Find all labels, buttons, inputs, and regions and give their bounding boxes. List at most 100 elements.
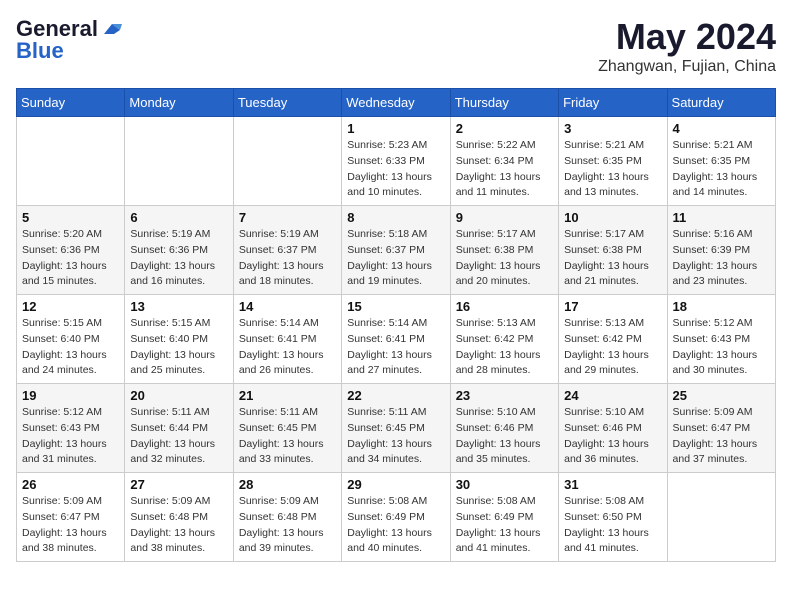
day-info: Sunrise: 5:12 AMSunset: 6:43 PMDaylight:… (22, 405, 119, 468)
day-number: 12 (22, 299, 119, 314)
calendar-cell: 7 Sunrise: 5:19 AMSunset: 6:37 PMDaylight… (233, 206, 341, 295)
day-info: Sunrise: 5:18 AMSunset: 6:37 PMDaylight:… (347, 227, 444, 290)
calendar-week-row: 19 Sunrise: 5:12 AMSunset: 6:43 PMDayligh… (17, 384, 776, 473)
calendar-cell: 1 Sunrise: 5:23 AMSunset: 6:33 PMDaylight… (342, 117, 450, 206)
day-info: Sunrise: 5:15 AMSunset: 6:40 PMDaylight:… (130, 316, 227, 379)
calendar-week-row: 5 Sunrise: 5:20 AMSunset: 6:36 PMDaylight… (17, 206, 776, 295)
calendar-cell: 13 Sunrise: 5:15 AMSunset: 6:40 PMDayligh… (125, 295, 233, 384)
day-number: 2 (456, 121, 553, 136)
day-info: Sunrise: 5:19 AMSunset: 6:36 PMDaylight:… (130, 227, 227, 290)
day-info: Sunrise: 5:22 AMSunset: 6:34 PMDaylight:… (456, 138, 553, 201)
day-info: Sunrise: 5:08 AMSunset: 6:49 PMDaylight:… (456, 494, 553, 557)
day-info: Sunrise: 5:09 AMSunset: 6:48 PMDaylight:… (130, 494, 227, 557)
calendar-cell: 25Sunrise: 5:09 AMSunset: 6:47 PMDayligh… (667, 384, 775, 473)
calendar-cell (17, 117, 125, 206)
calendar-cell: 18 Sunrise: 5:12 AMSunset: 6:43 PMDayligh… (667, 295, 775, 384)
logo-blue: Blue (16, 38, 64, 64)
calendar-cell: 24Sunrise: 5:10 AMSunset: 6:46 PMDayligh… (559, 384, 667, 473)
calendar-cell: 19 Sunrise: 5:12 AMSunset: 6:43 PMDayligh… (17, 384, 125, 473)
day-number: 24 (564, 388, 661, 403)
weekday-header-sunday: Sunday (17, 89, 125, 117)
main-title: May 2024 (598, 16, 776, 58)
calendar-cell: 29 Sunrise: 5:08 AMSunset: 6:49 PMDayligh… (342, 473, 450, 562)
day-info: Sunrise: 5:23 AMSunset: 6:33 PMDaylight:… (347, 138, 444, 201)
calendar-cell: 23 Sunrise: 5:10 AMSunset: 6:46 PMDayligh… (450, 384, 558, 473)
calendar-cell: 28 Sunrise: 5:09 AMSunset: 6:48 PMDayligh… (233, 473, 341, 562)
logo: General Blue (16, 16, 122, 64)
calendar-cell: 14 Sunrise: 5:14 AMSunset: 6:41 PMDayligh… (233, 295, 341, 384)
calendar-week-row: 26Sunrise: 5:09 AMSunset: 6:47 PMDayligh… (17, 473, 776, 562)
day-info: Sunrise: 5:08 AMSunset: 6:49 PMDaylight:… (347, 494, 444, 557)
day-info: Sunrise: 5:11 AMSunset: 6:44 PMDaylight:… (130, 405, 227, 468)
day-number: 9 (456, 210, 553, 225)
day-number: 18 (673, 299, 770, 314)
calendar-cell: 26Sunrise: 5:09 AMSunset: 6:47 PMDayligh… (17, 473, 125, 562)
day-number: 16 (456, 299, 553, 314)
day-info: Sunrise: 5:14 AMSunset: 6:41 PMDaylight:… (239, 316, 336, 379)
calendar-cell: 17Sunrise: 5:13 AMSunset: 6:42 PMDayligh… (559, 295, 667, 384)
day-number: 27 (130, 477, 227, 492)
day-number: 21 (239, 388, 336, 403)
day-number: 30 (456, 477, 553, 492)
day-info: Sunrise: 5:13 AMSunset: 6:42 PMDaylight:… (456, 316, 553, 379)
weekday-header-thursday: Thursday (450, 89, 558, 117)
day-info: Sunrise: 5:11 AMSunset: 6:45 PMDaylight:… (239, 405, 336, 468)
day-number: 13 (130, 299, 227, 314)
day-info: Sunrise: 5:19 AMSunset: 6:37 PMDaylight:… (239, 227, 336, 290)
calendar-cell: 21 Sunrise: 5:11 AMSunset: 6:45 PMDayligh… (233, 384, 341, 473)
day-info: Sunrise: 5:16 AMSunset: 6:39 PMDaylight:… (673, 227, 770, 290)
day-info: Sunrise: 5:20 AMSunset: 6:36 PMDaylight:… (22, 227, 119, 290)
calendar-cell: 11 Sunrise: 5:16 AMSunset: 6:39 PMDayligh… (667, 206, 775, 295)
day-number: 23 (456, 388, 553, 403)
calendar-cell: 15 Sunrise: 5:14 AMSunset: 6:41 PMDayligh… (342, 295, 450, 384)
day-number: 31 (564, 477, 661, 492)
title-block: May 2024 Zhangwan, Fujian, China (598, 16, 776, 76)
day-number: 29 (347, 477, 444, 492)
day-info: Sunrise: 5:14 AMSunset: 6:41 PMDaylight:… (347, 316, 444, 379)
calendar-cell: 5 Sunrise: 5:20 AMSunset: 6:36 PMDaylight… (17, 206, 125, 295)
weekday-header-tuesday: Tuesday (233, 89, 341, 117)
logo-bird-icon (100, 20, 122, 38)
day-info: Sunrise: 5:10 AMSunset: 6:46 PMDaylight:… (456, 405, 553, 468)
day-number: 10 (564, 210, 661, 225)
calendar-cell (125, 117, 233, 206)
calendar-cell: 16 Sunrise: 5:13 AMSunset: 6:42 PMDayligh… (450, 295, 558, 384)
day-info: Sunrise: 5:21 AMSunset: 6:35 PMDaylight:… (564, 138, 661, 201)
calendar-cell: 30 Sunrise: 5:08 AMSunset: 6:49 PMDayligh… (450, 473, 558, 562)
day-number: 4 (673, 121, 770, 136)
day-number: 26 (22, 477, 119, 492)
location-subtitle: Zhangwan, Fujian, China (598, 58, 776, 76)
calendar-header-row: SundayMondayTuesdayWednesdayThursdayFrid… (17, 89, 776, 117)
day-number: 1 (347, 121, 444, 136)
calendar-week-row: 12 Sunrise: 5:15 AMSunset: 6:40 PMDayligh… (17, 295, 776, 384)
weekday-header-monday: Monday (125, 89, 233, 117)
day-number: 7 (239, 210, 336, 225)
day-info: Sunrise: 5:09 AMSunset: 6:47 PMDaylight:… (673, 405, 770, 468)
day-number: 15 (347, 299, 444, 314)
day-number: 5 (22, 210, 119, 225)
weekday-header-saturday: Saturday (667, 89, 775, 117)
calendar-cell (667, 473, 775, 562)
day-number: 6 (130, 210, 227, 225)
calendar-cell: 20 Sunrise: 5:11 AMSunset: 6:44 PMDayligh… (125, 384, 233, 473)
weekday-header-friday: Friday (559, 89, 667, 117)
day-number: 11 (673, 210, 770, 225)
day-number: 28 (239, 477, 336, 492)
day-info: Sunrise: 5:17 AMSunset: 6:38 PMDaylight:… (564, 227, 661, 290)
day-info: Sunrise: 5:11 AMSunset: 6:45 PMDaylight:… (347, 405, 444, 468)
day-info: Sunrise: 5:21 AMSunset: 6:35 PMDaylight:… (673, 138, 770, 201)
weekday-header-wednesday: Wednesday (342, 89, 450, 117)
day-number: 20 (130, 388, 227, 403)
day-number: 22 (347, 388, 444, 403)
calendar-cell: 6 Sunrise: 5:19 AMSunset: 6:36 PMDaylight… (125, 206, 233, 295)
day-number: 8 (347, 210, 444, 225)
day-info: Sunrise: 5:15 AMSunset: 6:40 PMDaylight:… (22, 316, 119, 379)
day-number: 3 (564, 121, 661, 136)
day-info: Sunrise: 5:12 AMSunset: 6:43 PMDaylight:… (673, 316, 770, 379)
day-info: Sunrise: 5:09 AMSunset: 6:48 PMDaylight:… (239, 494, 336, 557)
calendar-cell: 2 Sunrise: 5:22 AMSunset: 6:34 PMDaylight… (450, 117, 558, 206)
day-number: 19 (22, 388, 119, 403)
day-number: 14 (239, 299, 336, 314)
calendar-cell: 22 Sunrise: 5:11 AMSunset: 6:45 PMDayligh… (342, 384, 450, 473)
calendar-cell (233, 117, 341, 206)
